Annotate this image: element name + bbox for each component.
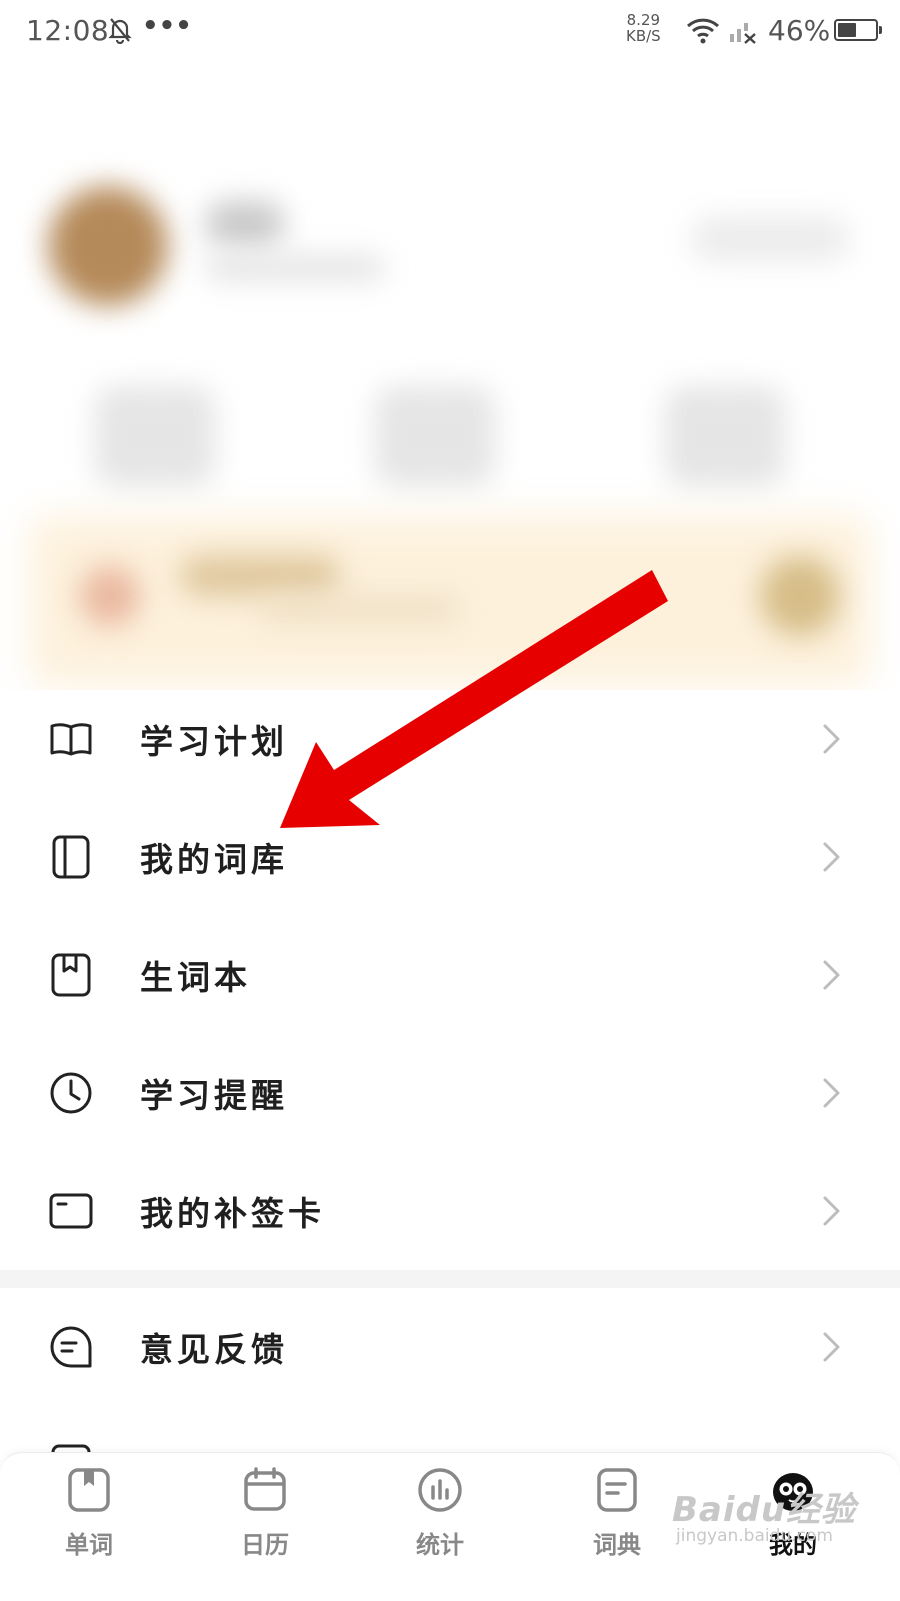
chevron-right-icon	[820, 722, 842, 756]
word-tab-icon	[66, 1467, 112, 1513]
tab-dictionary[interactable]: 词典	[557, 1467, 677, 1587]
calendar-tab-icon	[242, 1467, 288, 1513]
more-dots-icon: •••	[142, 11, 192, 41]
bell-muted-icon	[108, 16, 132, 48]
stats-tab-icon	[417, 1467, 463, 1513]
menu-item-feedback[interactable]: 意见反馈	[0, 1288, 900, 1406]
vip-title-blurred	[180, 556, 340, 596]
username-blurred	[205, 201, 285, 246]
menu-label: 学习计划	[140, 722, 288, 761]
menu-item-study-reminder[interactable]: 学习提醒	[0, 1034, 900, 1152]
card-icon	[48, 1188, 94, 1234]
battery-icon	[834, 19, 882, 41]
tab-word[interactable]: 单词	[29, 1467, 149, 1587]
avatar[interactable]	[48, 186, 168, 306]
status-time: 12:08	[26, 14, 110, 47]
chevron-right-icon	[820, 1330, 842, 1364]
battery-percent: 46%	[768, 14, 831, 47]
chevron-right-icon	[820, 840, 842, 874]
menu-label: 我的补签卡	[140, 1194, 325, 1233]
menu-label: 意见反馈	[140, 1330, 288, 1369]
menu-item-study-plan[interactable]: 学习计划	[0, 680, 900, 798]
tab-stats[interactable]: 统计	[380, 1467, 500, 1587]
signal-icon	[728, 16, 758, 48]
chevron-right-icon	[820, 1076, 842, 1110]
section-divider	[0, 1270, 900, 1288]
chevron-right-icon	[820, 1194, 842, 1228]
wifi-icon	[686, 16, 720, 48]
stat-block[interactable]	[375, 386, 495, 486]
menu-label: 我的词库	[140, 840, 288, 879]
chevron-right-icon	[820, 958, 842, 992]
speed-unit: KB/S	[626, 27, 661, 45]
wordbank-icon	[48, 834, 94, 880]
tab-calendar[interactable]: 日历	[205, 1467, 325, 1587]
vip-subtitle-blurred	[260, 596, 460, 622]
menu-label: 生词本	[140, 958, 251, 997]
feedback-icon	[48, 1324, 94, 1370]
profile-action-blurred[interactable]	[690, 216, 850, 262]
menu-label: 学习提醒	[140, 1076, 288, 1115]
status-bar: 12:08 ••• 8.29 KB/S 46%	[0, 0, 900, 66]
vip-icon	[80, 566, 140, 626]
watermark: Baidu经验	[672, 1490, 857, 1530]
menu-item-makeup-card[interactable]: 我的补签卡	[0, 1152, 900, 1270]
tab-label: 单词	[65, 1530, 113, 1559]
tab-label: 统计	[416, 1530, 464, 1559]
stat-block[interactable]	[665, 386, 785, 486]
menu-item-vocab-notebook[interactable]: 生词本	[0, 916, 900, 1034]
dictionary-tab-icon	[594, 1467, 640, 1513]
watermark-url: jingyan.baidu.com	[676, 1526, 833, 1546]
vip-badge[interactable]	[760, 556, 840, 636]
user-subtitle-blurred	[205, 256, 385, 280]
profile-header	[0, 66, 900, 690]
book-open-icon	[48, 716, 94, 762]
clock-icon	[48, 1070, 94, 1116]
network-speed: 8.29 KB/S	[626, 12, 661, 44]
menu-item-my-wordbank[interactable]: 我的词库	[0, 798, 900, 916]
menu-group-main: 学习计划 我的词库 生词本 学习提醒 我的补签卡	[0, 680, 900, 1270]
stat-block[interactable]	[95, 386, 215, 486]
notebook-icon	[48, 952, 94, 998]
tab-label: 日历	[241, 1530, 289, 1559]
tab-label: 词典	[593, 1530, 641, 1559]
